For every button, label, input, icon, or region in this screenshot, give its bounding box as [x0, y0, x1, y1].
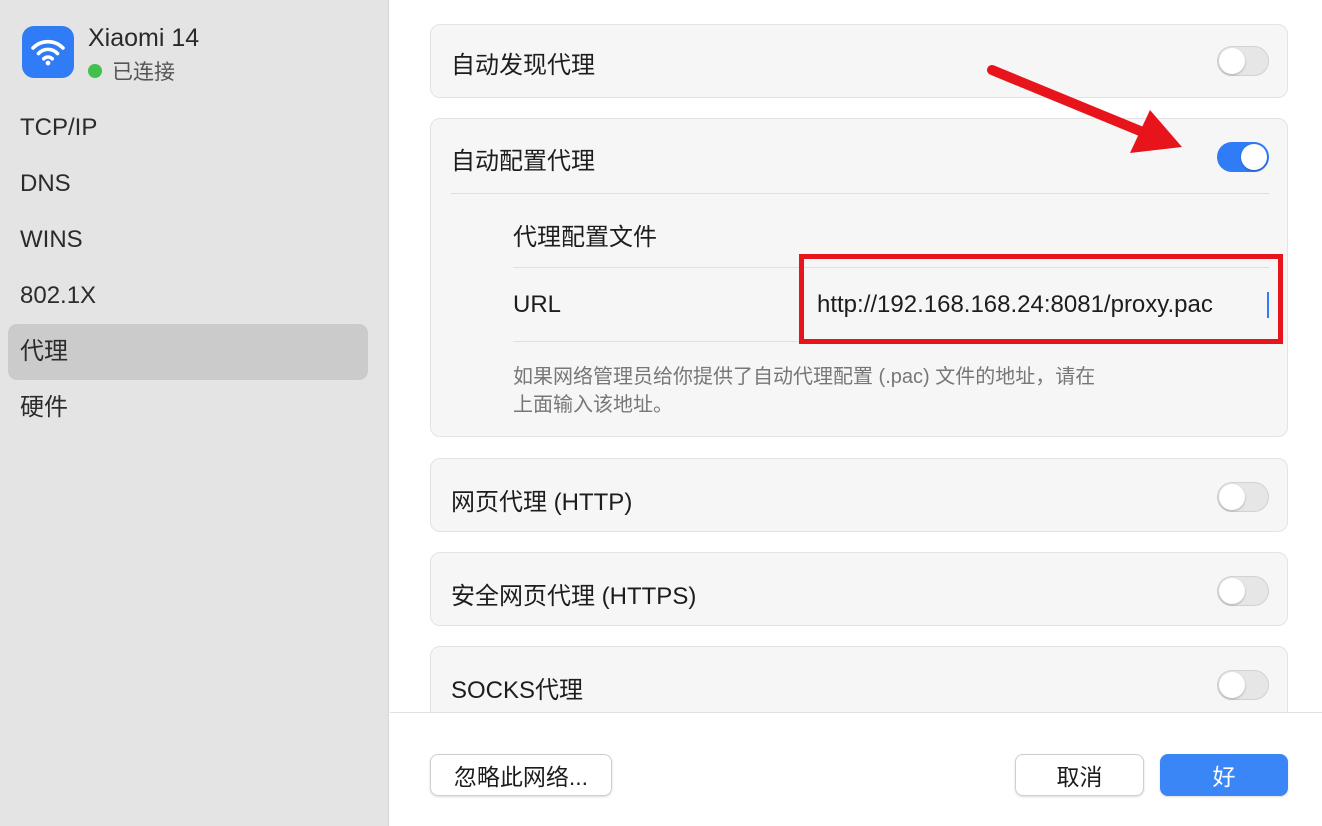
network-header: Xiaomi 14 已连接 [22, 24, 382, 84]
http-proxy-toggle[interactable] [1217, 482, 1269, 512]
sidebar-item-proxy[interactable]: 代理 [8, 324, 368, 380]
cancel-button[interactable]: 取消 [1015, 754, 1144, 796]
ok-button[interactable]: 好 [1160, 754, 1288, 796]
auto-discovery-label: 自动发现代理 [451, 52, 595, 79]
socks-proxy-label: SOCKS代理 [451, 677, 584, 704]
sidebar-item-dns[interactable]: DNS [8, 156, 368, 212]
sidebar-item-wins[interactable]: WINS [8, 212, 368, 268]
toggle-knob [1241, 144, 1267, 170]
config-file-label: 代理配置文件 [513, 224, 657, 251]
http-proxy-card: 网页代理 (HTTP) [430, 458, 1288, 532]
footer-bar: 忽略此网络... 取消 好 [390, 712, 1322, 826]
connected-dot-icon [88, 64, 102, 78]
https-proxy-card: 安全网页代理 (HTTPS) [430, 552, 1288, 626]
auto-config-toggle[interactable] [1217, 142, 1269, 172]
network-status-label: 已连接 [112, 61, 175, 84]
sidebar-item-8021x[interactable]: 802.1X [8, 268, 368, 324]
url-label: URL [513, 291, 562, 318]
wifi-icon [22, 26, 74, 78]
socks-proxy-card: SOCKS代理 [430, 646, 1288, 712]
network-status: 已连接 [88, 56, 175, 86]
toggle-knob [1219, 484, 1245, 510]
https-proxy-label: 安全网页代理 (HTTPS) [451, 583, 697, 610]
auto-config-label: 自动配置代理 [451, 148, 595, 175]
divider [451, 193, 1269, 194]
sidebar-item-hardware[interactable]: 硬件 [8, 380, 368, 436]
toggle-knob [1219, 578, 1245, 604]
url-highlight-box [799, 254, 1283, 344]
forget-network-button[interactable]: 忽略此网络... [430, 754, 612, 796]
pac-help-line-1: 如果网络管理员给你提供了自动代理配置 (.pac) 文件的地址，请在 [513, 366, 1096, 388]
sidebar: Xiaomi 14 已连接 TCP/IP DNS WINS 802.1X 代理 … [0, 0, 389, 826]
pac-help-line-2: 上面输入该地址。 [513, 394, 673, 416]
pac-help-text: 如果网络管理员给你提供了自动代理配置 (.pac) 文件的地址，请在 上面输入该… [513, 363, 1173, 419]
auto-discovery-card: 自动发现代理 [430, 24, 1288, 98]
toggle-knob [1219, 48, 1245, 74]
http-proxy-label: 网页代理 (HTTP) [451, 489, 633, 516]
toggle-knob [1219, 672, 1245, 698]
https-proxy-toggle[interactable] [1217, 576, 1269, 606]
auto-discovery-toggle[interactable] [1217, 46, 1269, 76]
proxy-settings-panel: 自动发现代理 自动配置代理 代理配置文件 URL http://192.168.… [390, 0, 1322, 712]
sidebar-list: TCP/IP DNS WINS 802.1X 代理 硬件 [8, 100, 368, 436]
sidebar-item-tcpip[interactable]: TCP/IP [8, 100, 368, 156]
socks-proxy-toggle[interactable] [1217, 670, 1269, 700]
network-name: Xiaomi 14 [88, 24, 200, 52]
